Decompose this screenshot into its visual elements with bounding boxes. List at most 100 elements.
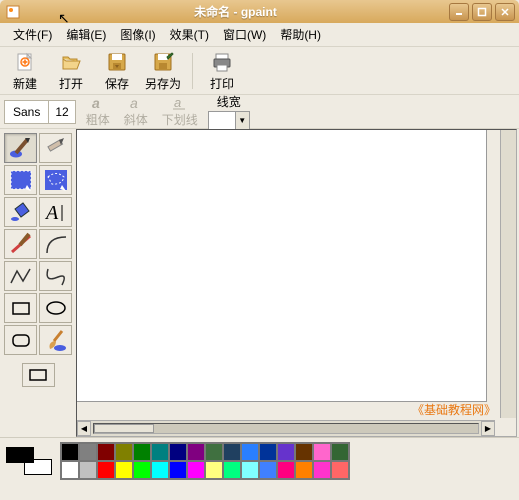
- color-swatch[interactable]: [223, 461, 241, 479]
- tool-rectangle[interactable]: [4, 293, 37, 323]
- scroll-thumb[interactable]: [94, 424, 154, 433]
- color-swatch[interactable]: [97, 461, 115, 479]
- color-swatch[interactable]: [169, 443, 187, 461]
- menu-edit[interactable]: 编辑(E): [59, 23, 113, 46]
- scroll-track[interactable]: [93, 423, 479, 434]
- tool-select-rect[interactable]: [4, 165, 37, 195]
- app-icon: [4, 3, 22, 21]
- minimize-button[interactable]: [449, 3, 469, 21]
- tool-brush[interactable]: [39, 325, 72, 355]
- color-swatch[interactable]: [259, 443, 277, 461]
- underline-button[interactable]: a 下划线: [158, 95, 202, 128]
- menu-effects[interactable]: 效果(T): [163, 23, 216, 46]
- saveas-button[interactable]: 另存为: [142, 47, 184, 95]
- color-swatch[interactable]: [295, 461, 313, 479]
- color-swatch[interactable]: [133, 461, 151, 479]
- watermark-link[interactable]: 《基础教程网》: [412, 401, 496, 418]
- saveas-label: 另存为: [145, 75, 181, 92]
- menu-image[interactable]: 图像(I): [113, 23, 162, 46]
- print-button[interactable]: 打印: [201, 47, 243, 95]
- color-swatch[interactable]: [61, 461, 79, 479]
- color-swatch[interactable]: [241, 443, 259, 461]
- color-swatch[interactable]: [97, 443, 115, 461]
- open-label: 打开: [59, 75, 83, 92]
- underline-icon: a: [171, 95, 189, 111]
- color-swatch[interactable]: [205, 461, 223, 479]
- tool-eraser[interactable]: ↖: [39, 133, 72, 163]
- color-swatch[interactable]: [79, 461, 97, 479]
- color-swatch[interactable]: [331, 443, 349, 461]
- dropdown-arrow-icon: ▼: [235, 112, 249, 130]
- menu-help[interactable]: 帮助(H): [273, 23, 328, 46]
- color-swatch[interactable]: [277, 443, 295, 461]
- open-icon: [59, 50, 83, 74]
- bold-button[interactable]: a 粗体: [82, 95, 114, 128]
- close-button[interactable]: [495, 3, 515, 21]
- tool-text[interactable]: A: [39, 197, 72, 227]
- font-selector[interactable]: Sans 12: [4, 100, 76, 124]
- svg-text:a: a: [92, 95, 100, 111]
- save-button[interactable]: 保存: [96, 47, 138, 95]
- tool-polyline[interactable]: [4, 261, 37, 291]
- new-label: 新建: [13, 75, 37, 92]
- fg-bg-swatch[interactable]: [6, 447, 52, 475]
- color-swatch[interactable]: [205, 443, 223, 461]
- color-swatch[interactable]: [313, 443, 331, 461]
- italic-label: 斜体: [124, 111, 148, 128]
- tool-pencil[interactable]: [4, 133, 37, 163]
- open-button[interactable]: 打开: [50, 47, 92, 95]
- scroll-left-icon[interactable]: ◀: [77, 421, 91, 436]
- tool-select-lasso[interactable]: [39, 165, 72, 195]
- tool-rounded-rect[interactable]: [4, 325, 37, 355]
- tool-fill[interactable]: [4, 197, 37, 227]
- color-swatch[interactable]: [79, 443, 97, 461]
- italic-button[interactable]: a 斜体: [120, 95, 152, 128]
- underline-label: 下划线: [162, 111, 198, 128]
- vertical-scrollbar[interactable]: [500, 130, 516, 418]
- italic-icon: a: [127, 95, 145, 111]
- canvas[interactable]: [77, 130, 487, 402]
- color-swatch[interactable]: [115, 461, 133, 479]
- color-palette: [60, 442, 350, 480]
- svg-text:A: A: [44, 202, 59, 224]
- svg-text:a: a: [174, 95, 181, 110]
- menu-file[interactable]: 文件(F): [6, 23, 59, 46]
- maximize-button[interactable]: [472, 3, 492, 21]
- color-swatch[interactable]: [133, 443, 151, 461]
- color-swatch[interactable]: [313, 461, 331, 479]
- horizontal-scrollbar[interactable]: ◀ ▶: [77, 420, 495, 436]
- color-swatch[interactable]: [277, 461, 295, 479]
- color-swatch[interactable]: [151, 443, 169, 461]
- color-swatch[interactable]: [187, 461, 205, 479]
- color-swatch[interactable]: [151, 461, 169, 479]
- tool-ellipse[interactable]: [39, 293, 72, 323]
- new-button[interactable]: 新建: [4, 47, 46, 95]
- bold-icon: a: [89, 95, 107, 111]
- print-icon: [210, 50, 234, 74]
- color-swatch[interactable]: [241, 461, 259, 479]
- tool-arc[interactable]: [39, 229, 72, 259]
- tool-curve[interactable]: [39, 261, 72, 291]
- color-swatch[interactable]: [295, 443, 313, 461]
- color-swatch[interactable]: [169, 461, 187, 479]
- menu-window[interactable]: 窗口(W): [216, 23, 273, 46]
- saveas-icon: [151, 50, 175, 74]
- save-icon: [105, 50, 129, 74]
- color-swatch[interactable]: [61, 443, 79, 461]
- foreground-color-swatch[interactable]: [6, 447, 34, 463]
- menubar: 文件(F) 编辑(E) 图像(I) 效果(T) 窗口(W) 帮助(H): [0, 23, 519, 47]
- titlebar: 未命名 - gpaint: [0, 0, 519, 23]
- toolbar-separator: [192, 53, 193, 89]
- color-swatch[interactable]: [223, 443, 241, 461]
- fill-mode-selector[interactable]: [22, 363, 55, 387]
- tool-line[interactable]: [4, 229, 37, 259]
- line-width-combo[interactable]: ▼: [208, 111, 250, 131]
- new-icon: [13, 50, 37, 74]
- color-swatch[interactable]: [331, 461, 349, 479]
- scroll-right-icon[interactable]: ▶: [481, 421, 495, 436]
- color-swatch[interactable]: [259, 461, 277, 479]
- bold-label: 粗体: [86, 111, 110, 128]
- color-swatch[interactable]: [115, 443, 133, 461]
- format-toolbar: Sans 12 a 粗体 a 斜体 a 下划线 线宽 ▼: [0, 95, 519, 129]
- color-swatch[interactable]: [187, 443, 205, 461]
